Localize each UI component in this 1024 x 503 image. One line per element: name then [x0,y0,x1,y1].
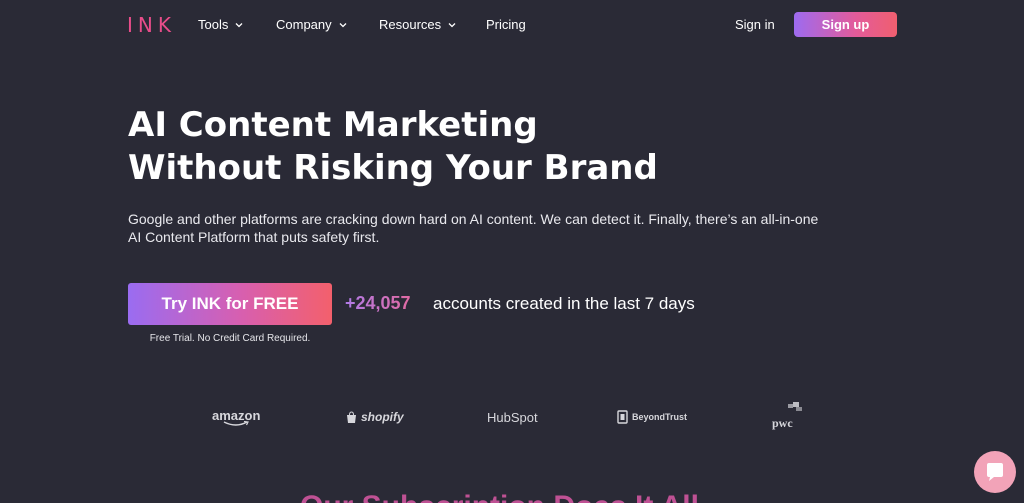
amazon-smile-icon [223,421,250,426]
top-navigation: INK Tools Company Resources Pricing Sign… [0,0,1024,48]
pwc-mark-icon [788,402,802,411]
chevron-down-icon [448,22,456,27]
shopify-logo-text: shopify [361,410,404,424]
nav-item-company[interactable]: Company [276,17,348,32]
hero-title-line-2: Without Risking Your Brand [128,148,658,188]
chat-bubble-icon [987,463,1003,481]
beyondtrust-logo-text: BeyondTrust [632,412,688,422]
sign-in-link[interactable]: Sign in [735,17,775,32]
hubspot-logo: HubSpot [487,410,538,425]
hubspot-logo-text: HubSpot [487,410,538,425]
hero-title: AI Content Marketing Without Risking You… [128,104,728,190]
shopify-logo: shopify [346,410,404,424]
chat-widget-button[interactable] [974,451,1016,493]
hero-title-line-1: AI Content Marketing [128,105,538,145]
pwc-logo: pwc [772,402,802,431]
nav-item-tools[interactable]: Tools [198,17,244,32]
chevron-down-icon [339,22,347,27]
nav-item-label: Pricing [486,17,526,32]
cta-note: Free Trial. No Credit Card Required. [149,333,311,344]
shopify-bag-icon [347,410,356,423]
pwc-logo-text: pwc [772,416,793,430]
amazon-logo: amazon [212,408,260,427]
try-ink-free-button[interactable]: Try INK for FREE [128,283,332,325]
hero-description: Google and other platforms are cracking … [128,211,819,245]
nav-item-label: Company [276,17,332,32]
sign-up-button[interactable]: Sign up [794,12,897,37]
chevron-down-icon [235,22,243,27]
beyondtrust-logo: BeyondTrust [617,410,687,424]
beyondtrust-icon [617,410,628,424]
nav-item-pricing[interactable]: Pricing [486,17,526,32]
accounts-count: +24,057 [345,293,411,313]
ink-logo[interactable]: INK [127,13,176,37]
section-heading-partial: Our Subscription Does It All [300,490,699,503]
nav-item-resources[interactable]: Resources [379,17,457,32]
nav-item-label: Tools [198,17,229,32]
accounts-count-text: accounts created in the last 7 days [433,294,695,313]
nav-item-label: Resources [379,17,442,32]
